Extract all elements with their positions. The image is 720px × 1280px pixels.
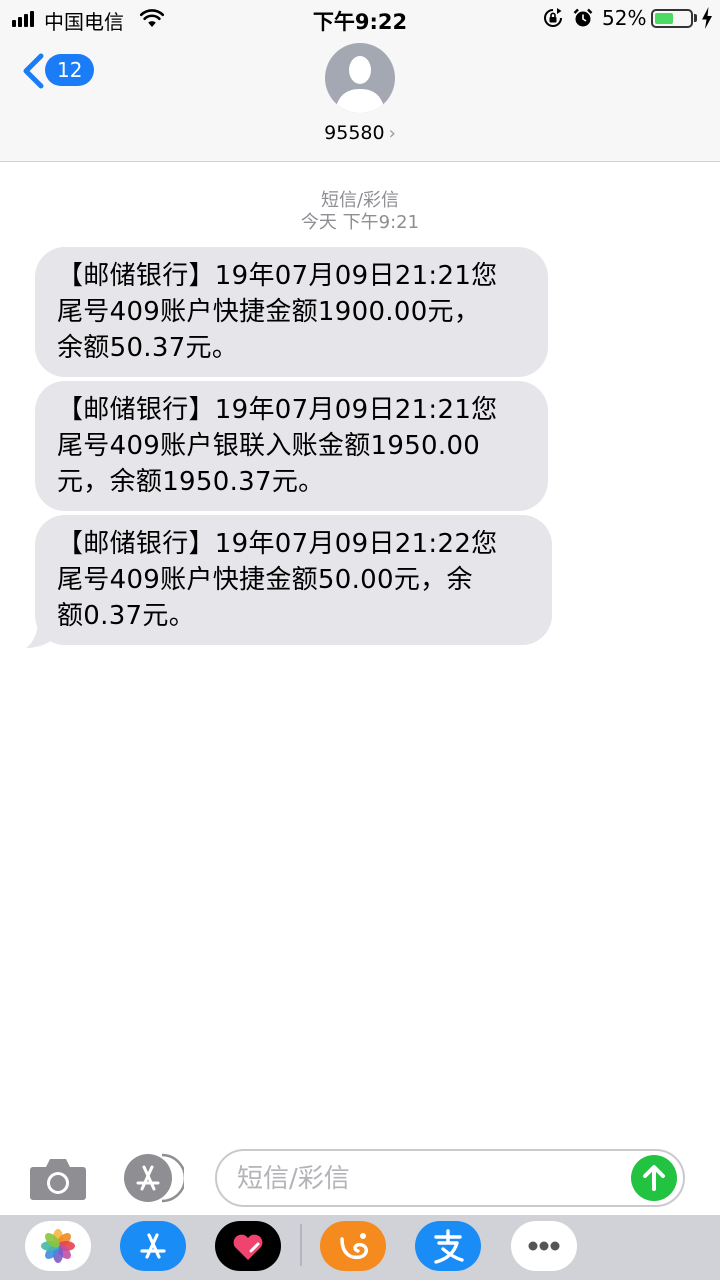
send-button[interactable]: [631, 1155, 677, 1201]
rotation-lock-icon: [544, 8, 562, 27]
contact-number: 95580: [324, 122, 385, 144]
message-bubble[interactable]: 【邮储银行】19年07月09日21:22您 尾号409账户快捷金额50.00元，…: [35, 515, 552, 645]
camera-icon[interactable]: [29, 1155, 87, 1201]
message-input[interactable]: [237, 1161, 627, 1197]
app-store-app-icon[interactable]: [120, 1221, 186, 1271]
photos-app-icon[interactable]: [25, 1221, 91, 1271]
battery-icon: [651, 9, 693, 28]
more-apps-icon[interactable]: [511, 1221, 577, 1271]
uc-browser-app-icon[interactable]: [320, 1221, 386, 1271]
alipay-app-icon[interactable]: [415, 1221, 481, 1271]
battery-nub: [694, 14, 697, 22]
digital-touch-app-icon[interactable]: [215, 1221, 281, 1271]
person-silhouette-icon: [335, 56, 385, 113]
message-bubble[interactable]: 【邮储银行】19年07月09日21:21您 尾号409账户快捷金额1900.00…: [35, 247, 548, 377]
contact-name-button[interactable]: 95580 ›: [0, 122, 720, 144]
back-button-unread-count[interactable]: 12: [45, 54, 95, 86]
battery-level: [655, 13, 673, 24]
top-bar: 中国电信 下午9:22 52% 12 95580 ›: [0, 0, 720, 162]
message-input-box[interactable]: [215, 1149, 685, 1207]
back-chevron-icon[interactable]: [20, 52, 46, 90]
arrow-up-icon: [643, 1165, 665, 1191]
alarm-icon: [573, 8, 593, 27]
charging-bolt-icon: [702, 7, 712, 29]
message-timestamp: 今天 下午9:21: [300, 212, 420, 233]
chevron-right-icon: ›: [388, 123, 396, 144]
contact-avatar[interactable]: [325, 43, 395, 113]
bubble-tail: [26, 618, 54, 648]
message-bubble[interactable]: 【邮储银行】19年07月09日21:21您 尾号409账户银联入账金额1950.…: [35, 381, 548, 511]
app-store-icon[interactable]: [122, 1152, 184, 1204]
battery-percent: 52%: [602, 6, 647, 30]
status-bar: 中国电信 下午9:22 52%: [0, 0, 720, 36]
drawer-divider: [300, 1224, 302, 1266]
